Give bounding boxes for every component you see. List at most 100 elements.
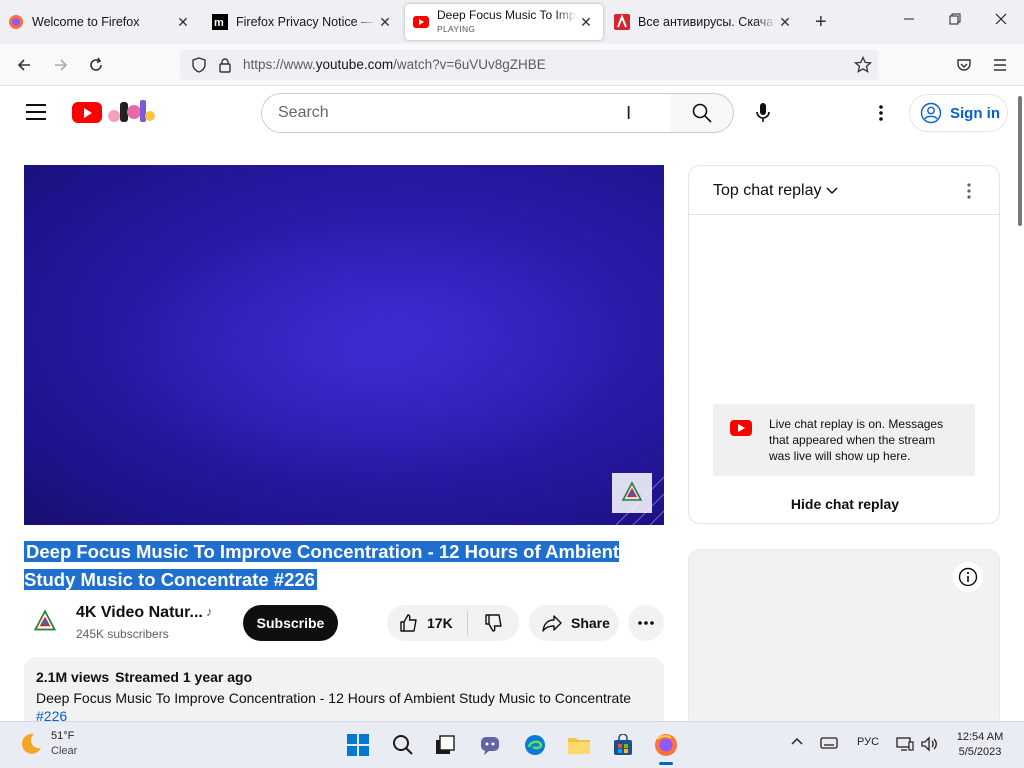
chat-options-button[interactable]	[959, 180, 979, 202]
thumbs-down-icon	[484, 614, 502, 632]
back-arrow-icon[interactable]	[13, 54, 35, 76]
volume-icon[interactable]	[920, 736, 938, 755]
page-scrollbar[interactable]	[1016, 86, 1024, 721]
music-note-icon: ♪	[206, 604, 213, 619]
tab-privacy-notice[interactable]: m Firefox Privacy Notice — Mozilla ✕	[204, 4, 402, 40]
screen: Welcome to Firefox ✕ m Firefox Privacy N…	[0, 0, 1024, 768]
ad-slot	[688, 549, 1000, 729]
text-cursor-icon: I	[626, 103, 632, 124]
minimize-icon[interactable]	[902, 12, 916, 29]
tab-welcome[interactable]: Welcome to Firefox ✕	[0, 4, 200, 40]
antivirus-site-icon	[614, 14, 630, 30]
bookmark-star-icon[interactable]	[852, 54, 874, 76]
channel-name[interactable]: 4K Video Natur...	[76, 604, 203, 622]
sign-in-button[interactable]: Sign in	[909, 94, 1008, 132]
horizontal-dots-icon	[638, 621, 654, 625]
channel-watermark[interactable]	[612, 473, 652, 513]
firefox-taskbar-icon[interactable]	[653, 732, 679, 765]
description-box[interactable]: 2.1M views Streamed 1 year ago Deep Focus…	[24, 657, 664, 727]
guide-menu-icon[interactable]	[26, 104, 46, 120]
hide-chat-button[interactable]: Hide chat replay	[689, 486, 1001, 522]
chat-replay-notice: Live chat replay is on. Messages that ap…	[713, 404, 975, 476]
vertical-dots-icon	[879, 105, 883, 121]
edge-icon[interactable]	[522, 732, 548, 758]
keyboard-icon[interactable]	[820, 736, 838, 753]
file-explorer-icon[interactable]	[566, 732, 592, 758]
chat-app-icon[interactable]	[477, 732, 503, 758]
tab-close-icon[interactable]: ✕	[376, 14, 394, 31]
store-icon[interactable]	[610, 732, 636, 758]
chat-mode-dropdown[interactable]: Top chat replay	[713, 182, 838, 200]
moon-weather-icon[interactable]	[18, 731, 44, 757]
search-input[interactable]	[262, 94, 670, 132]
search-button[interactable]	[670, 93, 734, 133]
clock-time: 12:54 AM	[956, 731, 1004, 743]
dislike-button[interactable]	[468, 605, 519, 641]
account-icon	[920, 102, 942, 124]
ad-info-button[interactable]	[953, 562, 983, 592]
scrollbar-thumb[interactable]	[1018, 96, 1022, 226]
chat-title: Top chat replay	[713, 182, 822, 199]
navigation-bar: https://www.youtube.com/watch?v=6uVUv8gZ…	[0, 44, 1024, 86]
tab-title: Firefox Privacy Notice — Mozilla	[236, 15, 376, 29]
browser-tab-bar: Welcome to Firefox ✕ m Firefox Privacy N…	[0, 0, 1024, 44]
lock-icon[interactable]	[214, 54, 236, 76]
tab-title: Welcome to Firefox	[32, 15, 140, 29]
close-window-icon[interactable]	[994, 12, 1008, 29]
chat-header: Top chat replay	[689, 166, 999, 215]
thumbs-up-icon	[400, 614, 417, 632]
youtube-icon	[730, 420, 752, 436]
firefox-icon	[8, 14, 24, 30]
weather-temperature[interactable]: 51°F	[51, 730, 74, 742]
channel-avatar[interactable]	[27, 604, 63, 640]
task-view-icon[interactable]	[432, 732, 458, 758]
microphone-icon	[756, 103, 770, 122]
tracking-shield-icon[interactable]	[188, 54, 210, 76]
weather-condition[interactable]: Clear	[51, 745, 77, 757]
restore-icon[interactable]	[948, 12, 962, 29]
video-player[interactable]	[24, 165, 664, 525]
sign-in-label: Sign in	[950, 104, 1000, 122]
video-frame	[104, 225, 624, 485]
pocket-icon[interactable]	[953, 54, 975, 76]
forward-arrow-icon[interactable]	[50, 54, 72, 76]
url-text[interactable]: https://www.youtube.com/watch?v=6uVUv8gZ…	[243, 57, 546, 72]
more-actions-button[interactable]	[628, 605, 664, 641]
network-icon[interactable]	[896, 736, 914, 755]
channel-logo-icon	[621, 481, 643, 501]
subscribe-button[interactable]: Subscribe	[243, 605, 338, 641]
youtube-doodle-logo[interactable]	[106, 96, 158, 126]
taskbar-search-icon[interactable]	[390, 732, 416, 758]
start-icon[interactable]	[345, 732, 371, 758]
language-indicator[interactable]: РУС	[857, 736, 879, 748]
hamburger-menu-icon[interactable]	[989, 54, 1011, 76]
reload-icon[interactable]	[85, 54, 107, 76]
description-text: Deep Focus Music To Improve Concentratio…	[36, 690, 632, 706]
like-button[interactable]: 17K	[387, 605, 467, 641]
like-dislike-group: 17K	[387, 605, 519, 641]
tab-close-icon[interactable]: ✕	[577, 14, 595, 31]
url-bar[interactable]: https://www.youtube.com/watch?v=6uVUv8gZ…	[180, 50, 878, 80]
settings-kebab-button[interactable]	[866, 96, 896, 130]
url-domain: youtube.com	[315, 57, 394, 72]
system-clock[interactable]: 12:54 AM 5/5/2023	[945, 730, 1015, 760]
tab-youtube[interactable]: Deep Focus Music To Improve Concentratio…	[405, 4, 603, 40]
mozilla-icon: m	[212, 14, 228, 30]
chat-notice-text: Live chat replay is on. Messages that ap…	[769, 417, 944, 463]
windows-taskbar: 51°F Clear РУС 12:54 AM 5/5/2023	[0, 721, 1024, 768]
voice-search-button[interactable]	[744, 94, 782, 132]
tab-antivirus[interactable]: Все антивирусы. Скачать бесплатно ✕	[606, 4, 802, 40]
tray-expand-icon[interactable]	[790, 736, 804, 749]
tab-close-icon[interactable]: ✕	[174, 14, 192, 31]
stream-date: Streamed 1 year ago	[115, 669, 253, 685]
vertical-dots-icon	[967, 183, 971, 199]
tab-title: Deep Focus Music To Improve Concentratio…	[437, 9, 577, 22]
youtube-icon	[413, 14, 429, 30]
share-button[interactable]: Share	[529, 605, 619, 641]
new-tab-button[interactable]: +	[815, 12, 827, 32]
live-chat-panel: Top chat replay Live chat replay is on. …	[688, 165, 1000, 524]
search-box[interactable]	[261, 93, 671, 133]
youtube-logo[interactable]	[72, 102, 102, 123]
tab-close-icon[interactable]: ✕	[776, 14, 794, 31]
url-prefix: https://www.	[243, 57, 316, 72]
